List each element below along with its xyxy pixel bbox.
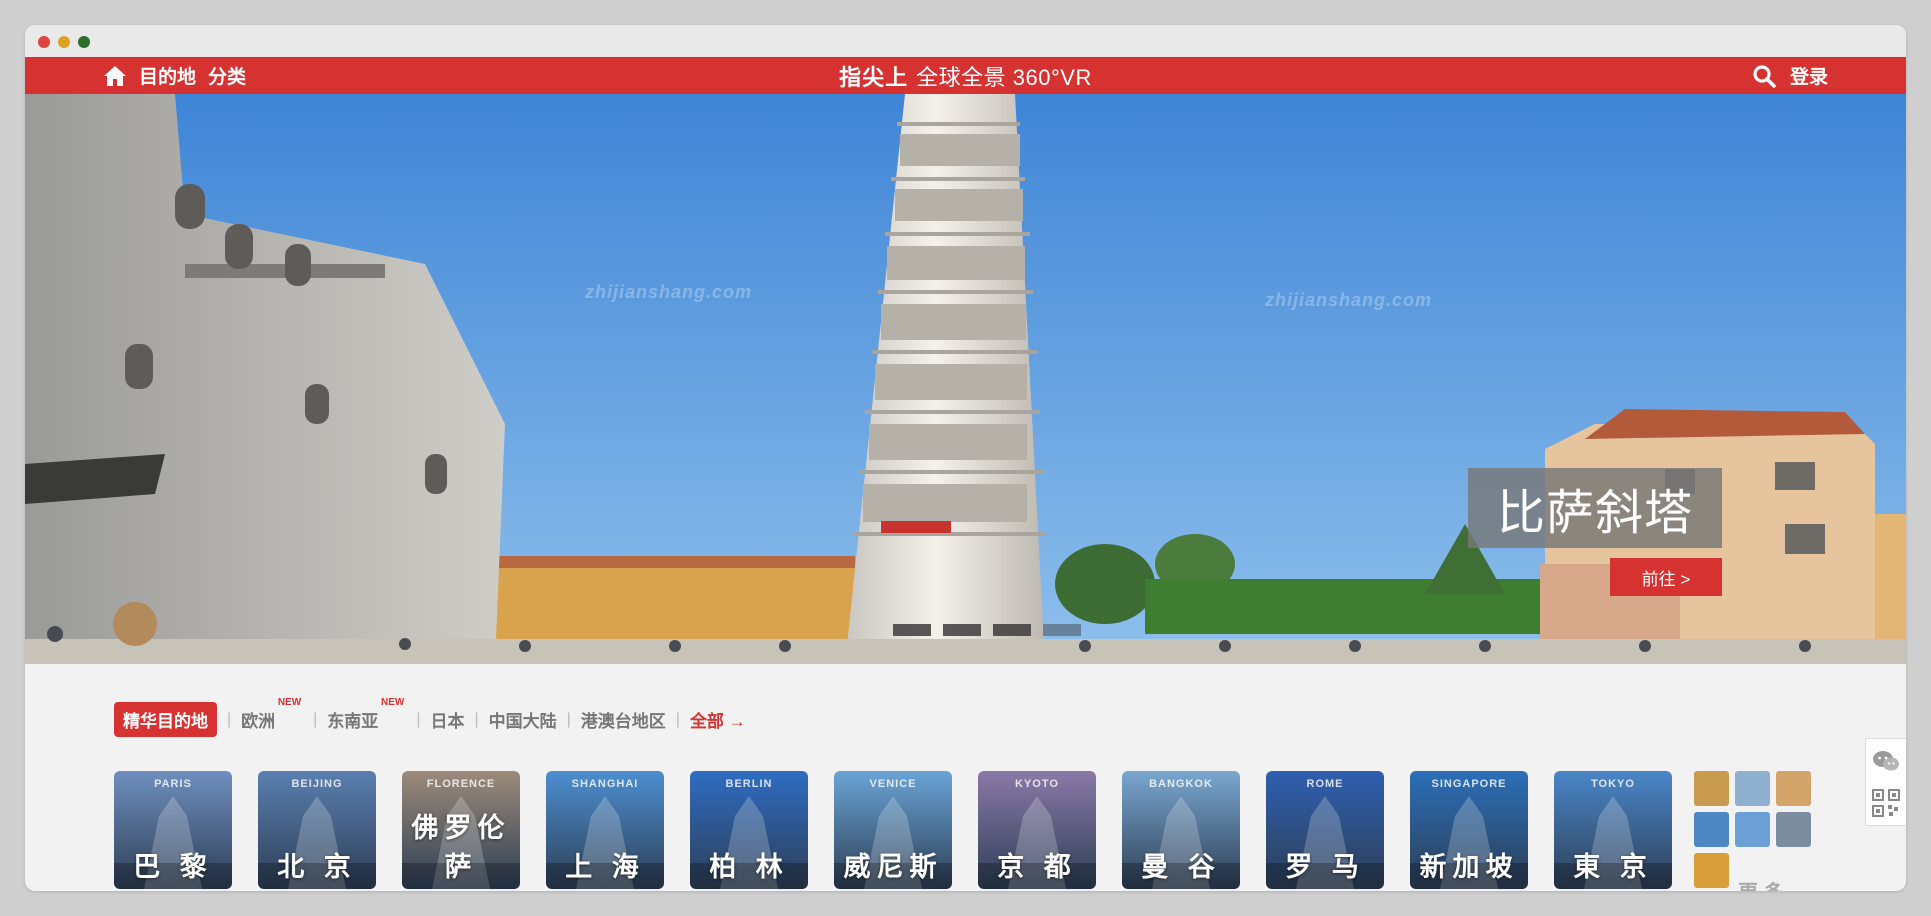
destination-zh-name: 佛罗伦萨 [411, 813, 511, 882]
wechat-icon[interactable] [1872, 749, 1900, 773]
brand-name: 指尖上 [839, 64, 909, 90]
tab-separator: | [313, 710, 318, 728]
login-link[interactable]: 登录 [1790, 62, 1828, 89]
destination-zh-name: 上 海 [565, 852, 645, 882]
tab-separator: | [416, 710, 421, 728]
slide-indicator[interactable] [943, 624, 981, 636]
destination-en-name: BERLIN [725, 778, 773, 790]
maximize-window-button[interactable] [78, 36, 90, 48]
destination-zh-name: 柏 林 [709, 852, 789, 882]
tab-featured[interactable]: 精华目的地 [114, 702, 217, 737]
destination-zh-name: 新加坡 [1419, 852, 1519, 882]
side-toolbar [1865, 738, 1906, 826]
destination-zh-name: 曼 谷 [1141, 852, 1221, 882]
tab-separator: | [474, 710, 479, 728]
destination-card[interactable]: VENICE 威尼斯 [834, 771, 952, 889]
destination-en-name: SHANGHAI [571, 778, 639, 790]
tab-japan[interactable]: 日本 [430, 707, 464, 732]
destination-en-name: SINGAPORE [1431, 778, 1507, 790]
destination-zh-name: 京 都 [997, 852, 1077, 882]
close-window-button[interactable] [38, 36, 50, 48]
destination-en-name: PARIS [154, 778, 192, 790]
destination-en-name: VENICE [869, 778, 917, 790]
destination-en-name: BEIJING [291, 778, 343, 790]
destination-card[interactable]: PARIS 巴 黎 [114, 771, 232, 889]
slide-indicator[interactable] [893, 624, 931, 636]
thumbnail[interactable] [1776, 771, 1811, 806]
tab-label: 东南亚 [327, 712, 379, 731]
destination-zh-name: 威尼斯 [843, 852, 943, 882]
watermark: zhijianshang.com [585, 282, 753, 302]
thumbnail[interactable] [1776, 812, 1811, 847]
minimize-window-button[interactable] [58, 36, 70, 48]
destination-card[interactable]: BEIJING 北 京 [258, 771, 376, 889]
tab-separator: | [566, 710, 571, 728]
brand-tagline: 全球全景 360°VR [916, 64, 1092, 90]
destination-en-name: KYOTO [1015, 778, 1059, 790]
tab-separator: | [675, 710, 680, 728]
slide-indicator-active[interactable] [1043, 624, 1081, 636]
watermark: zhijianshang.com [1265, 290, 1433, 310]
thumbnail[interactable] [1694, 771, 1729, 806]
slide-indicator[interactable] [993, 624, 1031, 636]
destination-zh-name: 東 京 [1573, 852, 1653, 882]
destination-en-name: BANGKOK [1149, 778, 1213, 790]
destination-en-name: ROME [1306, 778, 1344, 790]
destination-card[interactable]: BANGKOK 曼 谷 [1122, 771, 1240, 889]
destination-en-name: FLORENCE [426, 778, 496, 790]
tab-europe[interactable]: 欧洲 NEW [241, 697, 301, 732]
site-logo[interactable]: 指尖上 全球全景 360°VR [25, 57, 1906, 94]
tab-separator: | [227, 710, 232, 728]
destination-card[interactable]: FLORENCE 佛罗伦萨 [402, 771, 520, 889]
new-badge: NEW [380, 697, 405, 708]
destination-zh-name: 罗 马 [1285, 852, 1365, 882]
thumbnail[interactable] [1735, 771, 1770, 806]
browser-window: 目的地 分类 指尖上 全球全景 360°VR 登录 zhijianshang.c… [25, 25, 1906, 891]
goto-button[interactable]: 前往 > [1610, 558, 1722, 596]
thumbnail[interactable] [1694, 853, 1729, 888]
hero-banner[interactable]: zhijianshang.com zhijianshang.com 比萨斜塔 前… [25, 94, 1906, 664]
destination-card[interactable]: TOKYO 東 京 [1554, 771, 1672, 889]
search-icon[interactable] [1752, 64, 1776, 88]
destination-card[interactable]: SHANGHAI 上 海 [546, 771, 664, 889]
tab-label: 欧洲 [241, 712, 276, 731]
title-bar [25, 25, 1906, 57]
destination-en-name: TOKYO [1591, 778, 1635, 790]
destination-card[interactable]: BERLIN 柏 林 [690, 771, 808, 889]
thumbnail[interactable] [1735, 812, 1770, 847]
tab-mainland-china[interactable]: 中国大陆 [489, 707, 557, 732]
hero-title: 比萨斜塔 [1468, 468, 1722, 548]
destination-card[interactable]: ROME 罗 马 [1266, 771, 1384, 889]
destination-tabs: 精华目的地 | 欧洲 NEW | 东南亚 NEW | 日本 | 中国大陆 | 港澳台… [114, 697, 746, 737]
destination-card[interactable]: SINGAPORE 新加坡 [1410, 771, 1528, 889]
qrcode-icon[interactable] [1872, 789, 1900, 817]
tab-southeast-asia[interactable]: 东南亚 NEW [327, 697, 404, 732]
tab-all[interactable]: 全部 → [690, 707, 746, 732]
top-navbar: 目的地 分类 指尖上 全球全景 360°VR 登录 [25, 57, 1906, 94]
thumbnail[interactable] [1694, 812, 1729, 847]
destination-card[interactable]: KYOTO 京 都 [978, 771, 1096, 889]
destination-zh-name: 北 京 [277, 852, 357, 882]
more-link[interactable]: 更 多... [1738, 876, 1800, 891]
tab-hk-macau-taiwan[interactable]: 港澳台地区 [581, 707, 666, 732]
slide-indicators [893, 624, 1081, 636]
destination-zh-name: 巴 黎 [133, 852, 213, 882]
new-badge: NEW [277, 697, 302, 708]
